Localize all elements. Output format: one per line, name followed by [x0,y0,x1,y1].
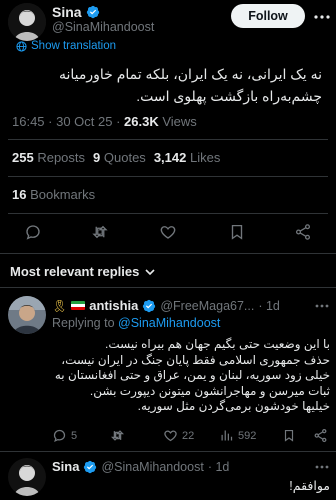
reply-like-button[interactable]: 22 [163,428,194,443]
show-translation-link[interactable]: Show translation [16,40,116,52]
reply-text-line: با این وضعیت حتی بگیم جهان هم بیراه نیست… [105,337,330,351]
like-count: 22 [182,429,195,442]
share-icon [314,428,327,443]
replies-sort-label: Most relevant replies [10,264,140,279]
more-options-icon[interactable] [314,460,330,474]
reply-avatar-image [8,296,46,334]
reply-text-line: ثبات میرسن و مهاجرانشون میتونن دیپورت بش… [89,383,330,398]
repost-action-button[interactable] [91,223,109,241]
globe-icon [16,40,27,52]
views-chart-icon [221,430,233,441]
share-action-button[interactable] [294,223,312,241]
reply-author-name[interactable]: Sina [52,459,79,474]
replying-to: Replying to @SinaMihandoost [52,316,220,330]
reply-timestamp[interactable]: · 1d [208,460,230,474]
verified-badge-icon [143,299,156,312]
views-count: 592 [238,429,257,442]
ribbon-emoji-icon: 🎗 [52,298,68,313]
reply-author-name[interactable]: antishia [89,298,138,313]
views-label: Views [162,114,197,129]
quotes-stat[interactable]: 9 Quotes [93,150,146,165]
views-count: 26.3K [124,114,159,129]
author-handle[interactable]: @SinaMihandoost [52,20,154,34]
bookmark-icon [284,429,294,442]
tweet-text: نه یک ایرانی، نه یک ایران، بلکه تمام خاو… [59,66,322,104]
show-translation-label: Show translation [31,40,117,52]
divider [0,451,336,452]
reply-icon [26,225,40,240]
author-avatar[interactable] [8,3,46,41]
divider [8,176,328,177]
replying-to-link[interactable]: @SinaMihandoost [118,316,220,330]
reply-author-handle[interactable]: @FreeMaga67... [160,299,254,313]
reply-repost-button[interactable] [110,428,125,443]
reply-text-line: خیلی زود سوریه، لبنان و یمن، عراق و حتی … [54,368,330,382]
reply-share-button[interactable] [313,428,328,443]
verified-badge-icon [84,460,97,473]
bookmark-action-button[interactable] [228,223,246,241]
divider [0,253,336,254]
tweet-timestamp[interactable]: 16:45 · 30 Oct 25 · [12,114,124,129]
reply-text: با این وضعیت حتی بگیم جهان هم بیراه نیست… [52,337,330,415]
heart-icon [160,226,176,239]
author-name-row: Sina [52,4,100,20]
reply-header: 🎗 antishia @FreeMaga67... · 1d [52,298,280,313]
reposts-stat[interactable]: 255 Reposts [12,150,85,165]
reply-avatar[interactable] [8,296,46,334]
reply-action-button[interactable] [24,223,42,241]
bookmarks-stat[interactable]: 16 Bookmarks [12,187,95,202]
divider [8,139,328,140]
share-icon [295,224,311,240]
author-avatar-image [8,3,46,41]
reply-bookmark-button[interactable] [282,428,296,443]
reply-timestamp[interactable]: · 1d [258,299,280,313]
more-options-icon[interactable] [313,8,331,26]
reply-text-line: خیلیها خودشون برمی‌گردن مثل سوریه. [137,399,330,413]
reply-avatar-image [8,458,46,496]
more-options-icon[interactable] [314,299,330,313]
replying-to-prefix: Replying to [52,316,115,330]
reply-views-button[interactable]: 592 [219,428,256,443]
reply-author-handle[interactable]: @SinaMihandoost [101,460,203,474]
repost-icon [92,225,108,239]
author-name[interactable]: Sina [52,4,82,20]
follow-button[interactable]: Follow [231,4,305,28]
reply-reply-button[interactable]: 5 [52,428,77,443]
reply-icon [53,429,66,442]
reply-header: Sina @SinaMihandoost · 1d [52,459,229,474]
flag-emoji-icon [71,301,86,310]
reply-text: موافقم! [289,479,330,493]
reply-avatar[interactable] [8,458,46,496]
verified-badge-icon [86,5,99,19]
reply-text-line: حذف جمهوری اسلامی فقط پایان جنگ در ایران… [61,352,330,367]
replies-sort-dropdown[interactable]: Most relevant replies [10,264,156,279]
likes-stat[interactable]: 3,142 Likes [154,150,221,165]
divider [8,213,328,214]
bookmark-icon [231,224,243,240]
like-action-button[interactable] [159,223,177,241]
heart-icon [164,430,177,442]
tweet-meta: 16:45 · 30 Oct 25 · 26.3K Views [12,114,197,129]
reply-count: 5 [71,429,78,442]
divider [0,287,336,288]
engagement-stats: 255 Reposts 9 Quotes 3,142 Likes [12,150,220,165]
repost-icon [110,430,125,441]
chevron-down-icon [145,268,155,275]
